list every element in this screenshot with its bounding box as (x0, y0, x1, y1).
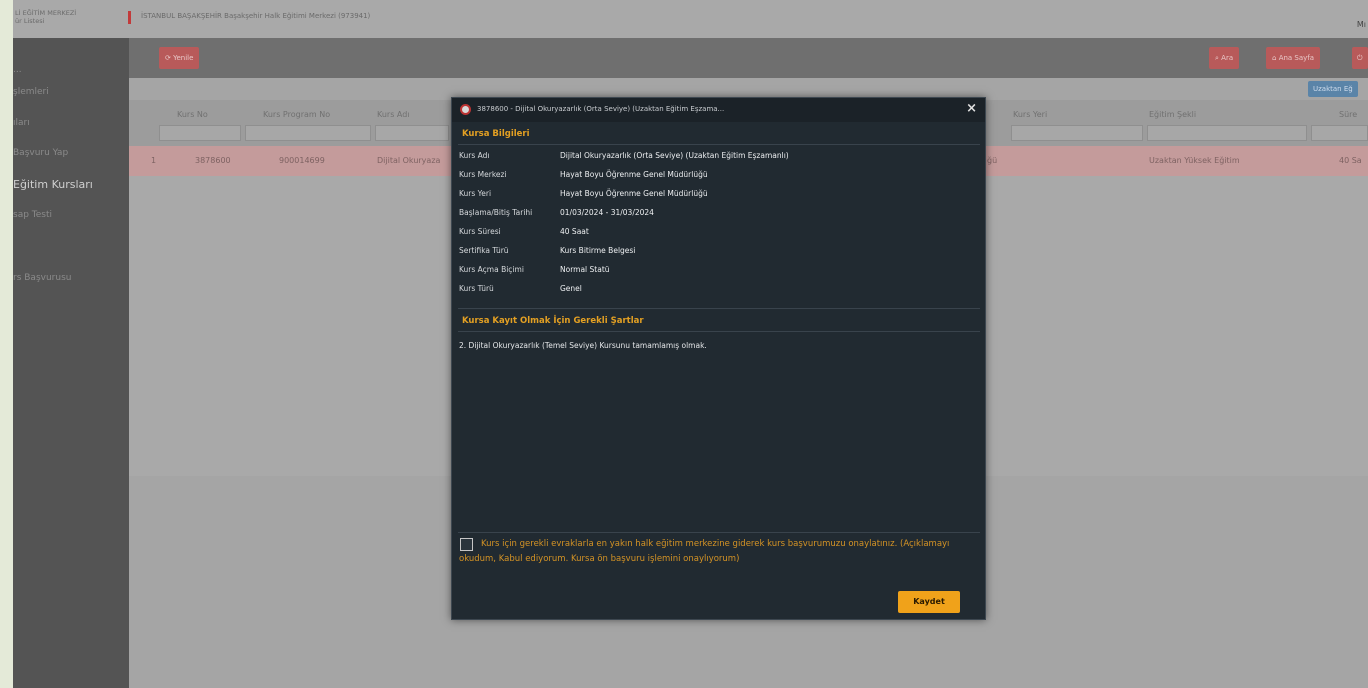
page-edge (0, 0, 13, 688)
refresh-button[interactable]: ⟳ Yenile (159, 47, 200, 69)
col-kurs-adi[interactable]: Kurs Adı (377, 110, 410, 119)
search-button[interactable]: ⌕ Ara (1209, 47, 1240, 69)
modal-header: 3878600 - Dijital Okuryazarlık (Orta Sev… (452, 98, 985, 122)
sidebar-item-basvuru-yap[interactable]: Başvuru Yap (13, 148, 68, 158)
consent-text: Kurs için gerekli evraklarla en yakın ha… (459, 539, 950, 564)
course-info-modal: 3878600 - Dijital Okuryazarlık (Orta Sev… (451, 97, 986, 620)
info-row-sure: Kurs Süresi 40 Saat (458, 223, 980, 242)
filter-kurs-adi[interactable] (375, 125, 449, 141)
section-divider (458, 331, 980, 332)
home-label: Ana Sayfa (1278, 54, 1315, 62)
section-divider (458, 308, 980, 309)
info-value: 01/03/2024 - 31/03/2024 (560, 208, 654, 217)
modal-title: 3878600 - Dijital Okuryazarlık (Orta Sev… (477, 105, 725, 113)
extra-button[interactable]: ⏻ (1352, 47, 1368, 69)
col-kurs-yeri[interactable]: Kurs Yeri (1013, 110, 1047, 119)
info-label: Kurs Adı (459, 151, 490, 160)
logo-line-2: ür Listesi (15, 17, 45, 25)
institution-title: İSTANBUL BAŞAKŞEHİR Başakşehir Halk Eğit… (141, 12, 371, 20)
cell-egitim-sekli: Uzaktan Yüksek Eğitim (1149, 156, 1240, 165)
info-value: 40 Saat (560, 227, 589, 236)
col-program-no[interactable]: Kurs Program No (263, 110, 330, 119)
filter-program-no[interactable] (245, 125, 371, 141)
col-sure[interactable]: Süre (1339, 110, 1357, 119)
cell-program-no: 900014699 (279, 156, 325, 165)
info-label: Kurs Açma Biçimi (459, 265, 524, 274)
filter-sure[interactable] (1311, 125, 1368, 141)
info-label: Sertifika Türü (459, 246, 509, 255)
row-index: 1 (151, 156, 157, 165)
info-row-acma-bicimi: Kurs Açma Biçimi Normal Statü (458, 261, 980, 280)
info-value: Kurs Bitirme Belgesi (560, 246, 636, 255)
info-label: Kurs Merkezi (459, 170, 507, 179)
info-row-kurs-adi: Kurs Adı Dijital Okuryazarlık (Orta Sevi… (458, 147, 980, 166)
search-icon: ⌕ (1215, 54, 1219, 62)
sidebar-item-top[interactable]: ... (13, 65, 22, 75)
header-separator (128, 11, 131, 24)
info-row-kurs-turu: Kurs Türü Genel (458, 280, 980, 299)
power-icon: ⏻ (1357, 54, 1363, 62)
info-label: Kurs Türü (459, 284, 494, 293)
col-kurs-no[interactable]: Kurs No (177, 110, 208, 119)
section-divider (458, 144, 980, 145)
filter-kurs-yeri[interactable] (1011, 125, 1143, 141)
save-button[interactable]: Kaydet (898, 591, 960, 613)
info-value: Dijital Okuryazarlık (Orta Seviye) (Uzak… (560, 151, 789, 160)
info-value: Genel (560, 284, 582, 293)
section-divider (458, 532, 980, 533)
close-icon[interactable]: × (966, 102, 977, 116)
top-header: Lİ EĞİTİM MERKEZİ ür Listesi İSTANBUL BA… (13, 0, 1368, 38)
sidebar-item-lari[interactable]: ıları (13, 118, 30, 128)
refresh-label: Yenile (173, 54, 194, 62)
col-egitim-sekli[interactable]: Eğitim Şekli (1149, 110, 1196, 119)
cell-kurs-no: 3878600 (195, 156, 231, 165)
user-menu[interactable]: Mı (1357, 20, 1366, 29)
info-value: Hayat Boyu Öğrenme Genel Müdürlüğü (560, 170, 708, 179)
toolbar: ⟳ Yenile ⌕ Ara ⌂ Ana Sayfa ⏻ (129, 38, 1368, 78)
logo[interactable]: Lİ EĞİTİM MERKEZİ ür Listesi (15, 9, 125, 25)
info-row-sertifika: Sertifika Türü Kurs Bitirme Belgesi (458, 242, 980, 261)
home-button[interactable]: ⌂ Ana Sayfa (1266, 47, 1321, 69)
info-value: Hayat Boyu Öğrenme Genel Müdürlüğü (560, 189, 708, 198)
distance-education-button[interactable]: Uzaktan Eğ (1308, 81, 1358, 97)
sidebar-item-egitim-kurslari[interactable]: Eğitim Kursları (13, 178, 93, 191)
filter-kurs-no[interactable] (159, 125, 241, 141)
info-row-kurs-yeri: Kurs Yeri Hayat Boyu Öğrenme Genel Müdür… (458, 185, 980, 204)
info-label: Kurs Yeri (459, 189, 492, 198)
info-value: Normal Statü (560, 265, 610, 274)
sidebar-item-islemleri[interactable]: şlemleri (13, 87, 49, 97)
info-label: Kurs Süresi (459, 227, 501, 236)
cell-sure: 40 Sa (1339, 156, 1362, 165)
sidebar-item-kurs-basvurusu[interactable]: rs Başvurusu (13, 273, 71, 283)
home-icon: ⌂ (1272, 54, 1277, 62)
cell-kurs-adi: Dijital Okuryaza (377, 156, 441, 165)
info-row-kurs-merkezi: Kurs Merkezi Hayat Boyu Öğrenme Genel Mü… (458, 166, 980, 185)
requirement-item: 2. Dijital Okuryazarlık (Temel Seviye) K… (459, 341, 707, 350)
cell-kurs-yeri: ğü (987, 156, 998, 165)
section-requirements: Kursa Kayıt Olmak İçin Gerekli Şartlar (462, 316, 644, 326)
filter-egitim-sekli[interactable] (1147, 125, 1307, 141)
sidebar: ... şlemleri ıları Başvuru Yap Eğitim Ku… (13, 38, 129, 688)
logo-line-1: Lİ EĞİTİM MERKEZİ (15, 9, 77, 17)
info-row-tarih: Başlama/Bitiş Tarihi 01/03/2024 - 31/03/… (458, 204, 980, 223)
section-course-info: Kursa Bilgileri (462, 129, 530, 139)
refresh-icon: ⟳ (165, 54, 171, 62)
course-icon (460, 104, 471, 115)
info-label: Başlama/Bitiş Tarihi (459, 208, 533, 217)
sidebar-item-hesap-testi[interactable]: sap Testi (13, 210, 52, 220)
search-label: Ara (1221, 54, 1234, 62)
